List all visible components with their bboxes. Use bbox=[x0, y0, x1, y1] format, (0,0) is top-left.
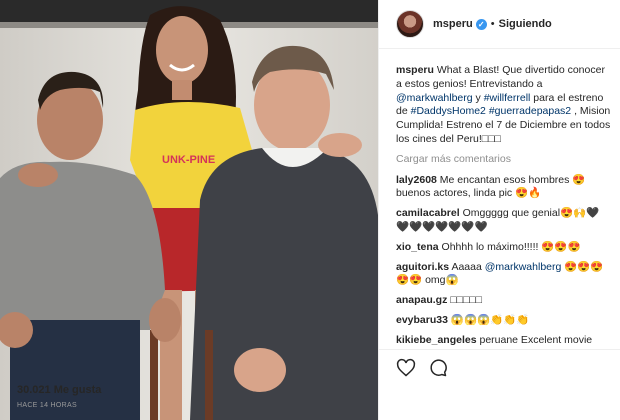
comment-username[interactable]: laly2608 bbox=[396, 174, 437, 186]
heart-icon[interactable] bbox=[396, 358, 416, 378]
caption-hashtag-1[interactable]: #DaddysHome2 bbox=[411, 105, 486, 117]
likes-count[interactable]: 30.021 Me gusta bbox=[17, 384, 101, 396]
comment-username[interactable]: anapau.gz bbox=[396, 294, 447, 306]
comment-bubble-icon[interactable] bbox=[428, 358, 448, 378]
comment-mention[interactable]: @markwahlberg bbox=[485, 261, 562, 273]
load-more-comments-link[interactable]: Cargar más comentarios bbox=[396, 153, 612, 167]
caption-hashtag-2[interactable]: #guerradepapas2 bbox=[489, 105, 571, 117]
comment-item: kikiebe_angeles peruane Excelent movie bbox=[396, 334, 612, 348]
separator-dot: • bbox=[490, 18, 495, 30]
following-button[interactable]: Siguiendo bbox=[499, 18, 552, 30]
avatar[interactable] bbox=[396, 10, 424, 38]
post-timestamp: HACE 14 HORAS bbox=[17, 402, 77, 409]
post-side-panel: msperu ✓ • Siguiendo msperu What a Blast… bbox=[378, 0, 620, 420]
comments-list[interactable]: msperu What a Blast! Que divertido conoc… bbox=[396, 64, 612, 348]
post-photo[interactable]: UNK-PINE bbox=[0, 0, 378, 420]
post-photo-illustration: UNK-PINE bbox=[0, 0, 378, 420]
comment-item: camilacabrel Omggggg que genial😍🙌🖤 🖤🖤🖤🖤🖤… bbox=[396, 207, 612, 235]
verified-badge-icon: ✓ bbox=[475, 18, 487, 30]
caption-mention-1[interactable]: @markwahlberg bbox=[396, 92, 473, 104]
caption-text-2: y bbox=[472, 91, 484, 104]
comment-username[interactable]: xio_tena bbox=[396, 241, 439, 253]
comment-username[interactable]: evybaru33 bbox=[396, 314, 448, 326]
comment-text: □□□□□ bbox=[450, 294, 482, 307]
comment-text: Ohhhh lo máximo!!!!! 😍😍😍 bbox=[441, 240, 581, 253]
comment-item: xio_tena Ohhhh lo máximo!!!!! 😍😍😍 bbox=[396, 241, 612, 255]
comment-item: anapau.gz □□□□□ bbox=[396, 294, 612, 308]
comment-item: evybaru33 😱😱😱👏👏👏 bbox=[396, 314, 612, 328]
comment-username[interactable]: aguitori.ks bbox=[396, 261, 449, 273]
comment-username[interactable]: kikiebe_angeles bbox=[396, 334, 477, 346]
caption-username[interactable]: msperu bbox=[396, 64, 434, 76]
comment-text: peruane Excelent movie bbox=[479, 333, 593, 346]
caption-mention-2[interactable]: #willferrell bbox=[484, 92, 531, 104]
comment-text: Aaaaa bbox=[451, 260, 485, 273]
comment-item: laly2608 Me encantan esos hombres 😍 buen… bbox=[396, 174, 612, 202]
header-username[interactable]: msperu bbox=[433, 18, 473, 30]
shirt-text: UNK-PINE bbox=[162, 154, 215, 166]
post-header: msperu ✓ • Siguiendo bbox=[379, 0, 620, 49]
comment-item: aguitori.ks Aaaaa @markwahlberg 😍😍😍 😍😍 o… bbox=[396, 261, 612, 289]
comment-text: 😱😱😱👏👏👏 bbox=[450, 313, 530, 326]
comment-username[interactable]: camilacabrel bbox=[396, 207, 460, 219]
post-actions bbox=[379, 349, 620, 420]
post-caption: msperu What a Blast! Que divertido conoc… bbox=[396, 64, 612, 147]
